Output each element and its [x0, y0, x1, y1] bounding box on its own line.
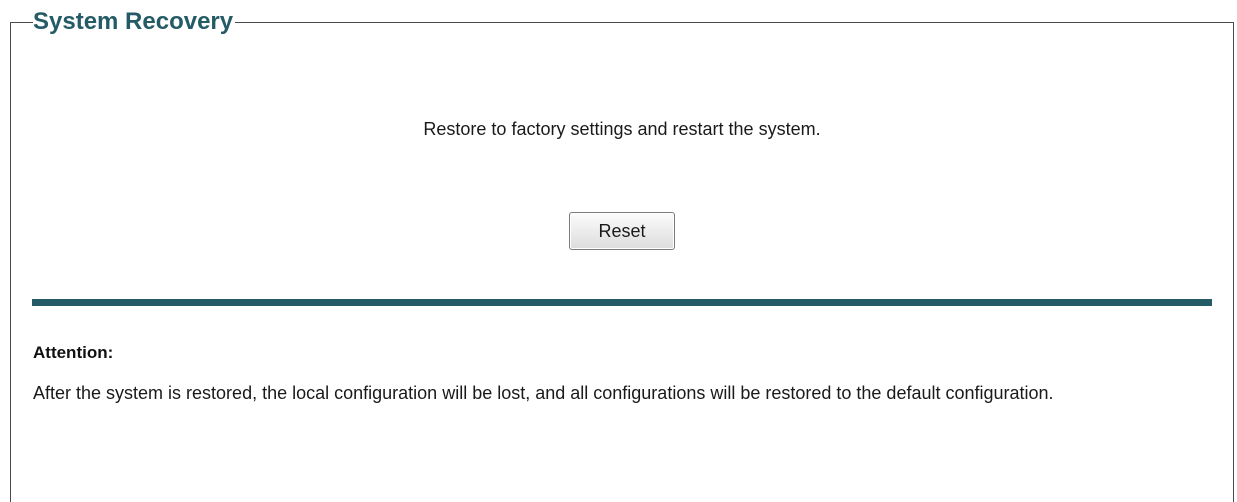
attention-text: After the system is restored, the local …: [33, 383, 1054, 403]
section-divider: [32, 299, 1212, 306]
recovery-description: Restore to factory settings and restart …: [423, 119, 821, 139]
attention-title: Attention:: [33, 343, 114, 362]
system-recovery-panel: System Recovery Restore to factory setti…: [10, 8, 1234, 502]
reset-button[interactable]: Reset: [569, 212, 675, 250]
panel-title: System Recovery: [33, 8, 236, 36]
